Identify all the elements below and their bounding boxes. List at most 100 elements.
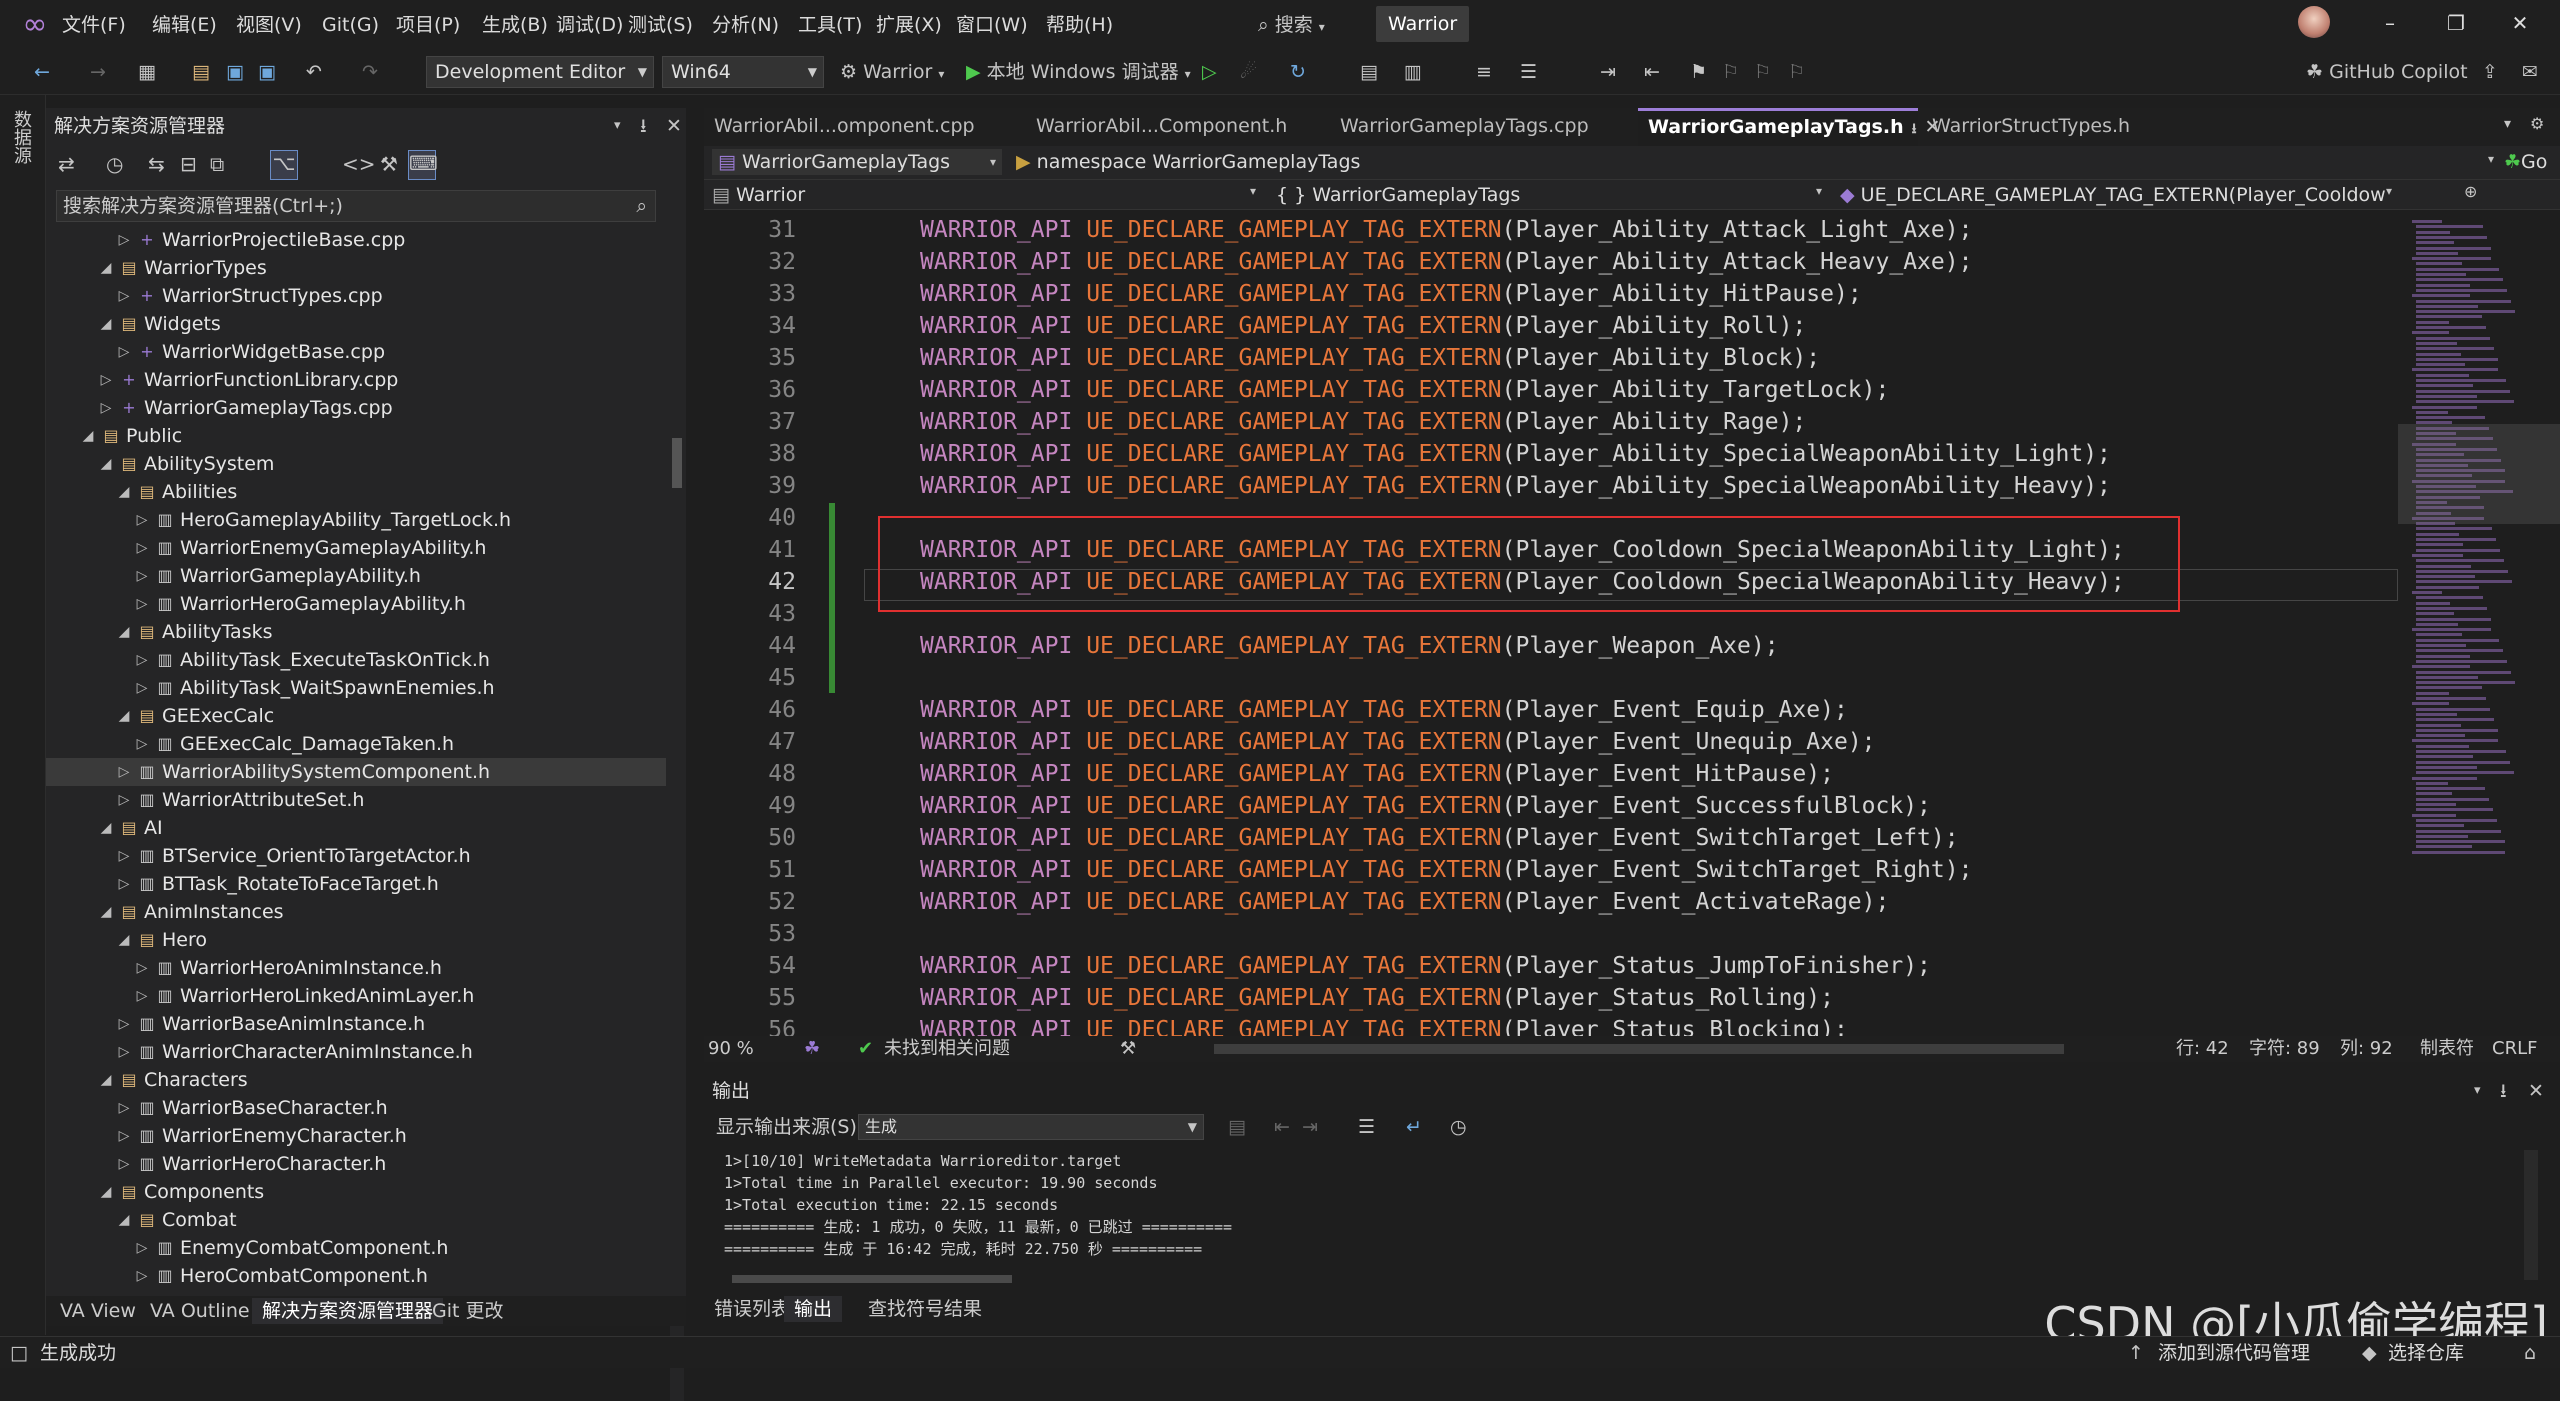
tree-scrollbar[interactable]: [670, 226, 684, 1401]
platform-select[interactable]: Win64 ▼: [662, 56, 824, 88]
expand-open-icon[interactable]: ◢: [98, 814, 114, 842]
tree-file[interactable]: ▷ ▥ BTTask_RotateToFaceTarget.h: [46, 870, 666, 898]
undo-icon[interactable]: ↶: [306, 57, 322, 87]
select-repository[interactable]: 选择仓库: [2388, 1337, 2464, 1369]
expand-closed-icon[interactable]: ▷: [134, 1234, 150, 1262]
nav-file-select[interactable]: ▤ WarriorGameplayTags ▾: [712, 149, 1002, 175]
data-sources-tab[interactable]: 数据源: [8, 110, 34, 164]
editor-tab[interactable]: WarriorGameplayTags.h ⭳ ✕: [1638, 108, 1940, 146]
panel-close-icon[interactable]: ✕: [2528, 1076, 2544, 1106]
indent-mode[interactable]: 制表符: [2420, 1036, 2474, 1062]
issues-status[interactable]: 未找到相关问题: [884, 1036, 1010, 1062]
avatar[interactable]: [2298, 6, 2330, 38]
char-indicator[interactable]: 字符: 89: [2249, 1036, 2320, 1062]
clear-all-icon[interactable]: ☰: [1358, 1112, 1375, 1142]
tree-file[interactable]: ▷ ▥ WarriorGameplayAbility.h: [46, 562, 666, 590]
tree-folder[interactable]: ◢ ▤ Abilities: [46, 478, 666, 506]
new-item-icon[interactable]: ▦: [138, 57, 156, 87]
pending-changes-icon[interactable]: ⇆: [148, 152, 165, 176]
tree-folder[interactable]: ◢ ▤ AnimInstances: [46, 898, 666, 926]
tree-folder[interactable]: ◢ ▤ AbilitySystem: [46, 450, 666, 478]
code-line[interactable]: WARRIOR_API UE_DECLARE_GAMEPLAY_TAG_EXTE…: [920, 342, 1820, 374]
expand-closed-icon[interactable]: ▷: [116, 758, 132, 786]
expand-open-icon[interactable]: ◢: [116, 478, 132, 506]
tree-file[interactable]: ▷ + WarriorStructTypes.cpp: [46, 282, 666, 310]
format-icon[interactable]: ≡: [1476, 57, 1492, 87]
menu-item[interactable]: 文件(F): [62, 12, 126, 38]
expand-closed-icon[interactable]: ▷: [98, 366, 114, 394]
tree-file[interactable]: ▷ ▥ HeroCombatComponent.h: [46, 1262, 666, 1290]
tree-file[interactable]: ▷ ▥ WarriorAbilitySystemComponent.h: [46, 758, 666, 786]
menu-item[interactable]: 帮助(H): [1046, 12, 1113, 38]
output-text[interactable]: 1>[10/10] WriteMetadata Warrioreditor.ta…: [724, 1150, 2504, 1260]
sync-icon[interactable]: ⇄: [58, 152, 75, 176]
restore-icon[interactable]: ❐: [2436, 8, 2476, 38]
next-bookmark-icon[interactable]: ⚐: [1754, 57, 1771, 87]
browser-icon[interactable]: ▤: [1360, 57, 1378, 87]
tree-folder[interactable]: ◢ ▤ Characters: [46, 1066, 666, 1094]
expand-closed-icon[interactable]: ▷: [134, 506, 150, 534]
tree-file[interactable]: ▷ ▥ WarriorEnemyCharacter.h: [46, 1122, 666, 1150]
tree-folder[interactable]: ◢ ▤ Widgets: [46, 310, 666, 338]
tree-file[interactable]: ▷ ▥ HeroGameplayAbility_TargetLock.h: [46, 506, 666, 534]
line-indicator[interactable]: 行: 42: [2176, 1036, 2229, 1062]
code-line[interactable]: WARRIOR_API UE_DECLARE_GAMEPLAY_TAG_EXTE…: [920, 790, 1931, 822]
tree-file[interactable]: ▷ ▥ BTService_OrientToTargetActor.h: [46, 842, 666, 870]
tree-file[interactable]: ▷ ▥ WarriorBaseAnimInstance.h: [46, 1010, 666, 1038]
align-icon[interactable]: ☰: [1520, 57, 1537, 87]
expand-closed-icon[interactable]: ▷: [134, 982, 150, 1010]
left-panel-tab[interactable]: VA View: [50, 1298, 146, 1324]
indent-icon[interactable]: ⇥: [1600, 57, 1616, 87]
preview-icon[interactable]: ⌨: [408, 150, 438, 180]
go-button[interactable]: ☘Go: [2504, 149, 2554, 175]
notification-icon[interactable]: □: [10, 1337, 28, 1369]
nav-namespace-select[interactable]: ▶ namespace WarriorGameplayTags: [1016, 149, 2496, 175]
code-line[interactable]: WARRIOR_API UE_DECLARE_GAMEPLAY_TAG_EXTE…: [920, 406, 1806, 438]
menu-item[interactable]: 工具(T): [798, 12, 862, 38]
code-line[interactable]: WARRIOR_API UE_DECLARE_GAMEPLAY_TAG_EXTE…: [920, 630, 1779, 662]
tab-list-icon[interactable]: ▾: [2504, 116, 2511, 132]
hot-reload-icon[interactable]: ☄: [1240, 57, 1257, 87]
notifications-bell-icon[interactable]: ⌂: [2524, 1337, 2536, 1369]
menu-item[interactable]: 编辑(E): [152, 12, 217, 38]
solution-search-input[interactable]: 搜索解决方案资源管理器(Ctrl+;) ⌕: [56, 190, 656, 222]
panel-menu-icon[interactable]: ▾: [2474, 1076, 2481, 1106]
tree-file[interactable]: ▷ ▥ EnemyCombatComponent.h: [46, 1234, 666, 1262]
expand-closed-icon[interactable]: ▷: [134, 534, 150, 562]
code-line[interactable]: WARRIOR_API UE_DECLARE_GAMEPLAY_TAG_EXTE…: [920, 982, 1834, 1014]
project-select[interactable]: ▤ Warrior: [712, 182, 1272, 208]
find-icon[interactable]: ▤: [1228, 1112, 1246, 1142]
tree-file[interactable]: ▷ + WarriorWidgetBase.cpp: [46, 338, 666, 366]
tree-file[interactable]: ▷ ▥ WarriorBaseCharacter.h: [46, 1094, 666, 1122]
menu-item[interactable]: Git(G): [322, 12, 379, 38]
save-all-icon[interactable]: ▣: [258, 57, 276, 87]
panel-close-icon[interactable]: ✕: [666, 108, 682, 144]
menu-item[interactable]: 视图(V): [236, 12, 302, 38]
layout-icon[interactable]: ▥: [1404, 57, 1422, 87]
editor-tab[interactable]: WarriorAbil...omponent.cpp: [704, 108, 1022, 146]
code-line[interactable]: WARRIOR_API UE_DECLARE_GAMEPLAY_TAG_EXTE…: [920, 438, 2111, 470]
menu-item[interactable]: 窗口(W): [956, 12, 1028, 38]
expand-open-icon[interactable]: ◢: [116, 702, 132, 730]
menu-item[interactable]: 项目(P): [396, 12, 460, 38]
output-vscrollbar[interactable]: [2524, 1150, 2538, 1280]
properties-icon[interactable]: ⚒: [380, 152, 398, 176]
code-line[interactable]: WARRIOR_API UE_DECLARE_GAMEPLAY_TAG_EXTE…: [920, 246, 1972, 278]
pin-icon[interactable]: ⭳: [2500, 1076, 2507, 1106]
show-all-files-icon[interactable]: ⧉: [210, 152, 224, 176]
expand-open-icon[interactable]: ◢: [116, 926, 132, 954]
code-view-icon[interactable]: <>: [342, 152, 376, 176]
feedback-icon[interactable]: ✉: [2522, 57, 2538, 87]
menu-item[interactable]: 扩展(X): [876, 12, 942, 38]
prev-message-icon[interactable]: ⇤: [1274, 1112, 1290, 1142]
code-line[interactable]: WARRIOR_API UE_DECLARE_GAMEPLAY_TAG_EXTE…: [920, 374, 1889, 406]
prev-bookmark-icon[interactable]: ⚐: [1722, 57, 1739, 87]
expand-closed-icon[interactable]: ▷: [98, 394, 114, 422]
expand-open-icon[interactable]: ◢: [116, 1206, 132, 1234]
back-icon[interactable]: ←: [34, 57, 50, 87]
expand-open-icon[interactable]: ◢: [98, 1066, 114, 1094]
code-line[interactable]: WARRIOR_API UE_DECLARE_GAMEPLAY_TAG_EXTE…: [920, 1014, 1848, 1036]
code-line[interactable]: WARRIOR_API UE_DECLARE_GAMEPLAY_TAG_EXTE…: [920, 694, 1848, 726]
code-line[interactable]: WARRIOR_API UE_DECLARE_GAMEPLAY_TAG_EXTE…: [920, 822, 1959, 854]
code-line[interactable]: WARRIOR_API UE_DECLARE_GAMEPLAY_TAG_EXTE…: [920, 886, 1889, 918]
